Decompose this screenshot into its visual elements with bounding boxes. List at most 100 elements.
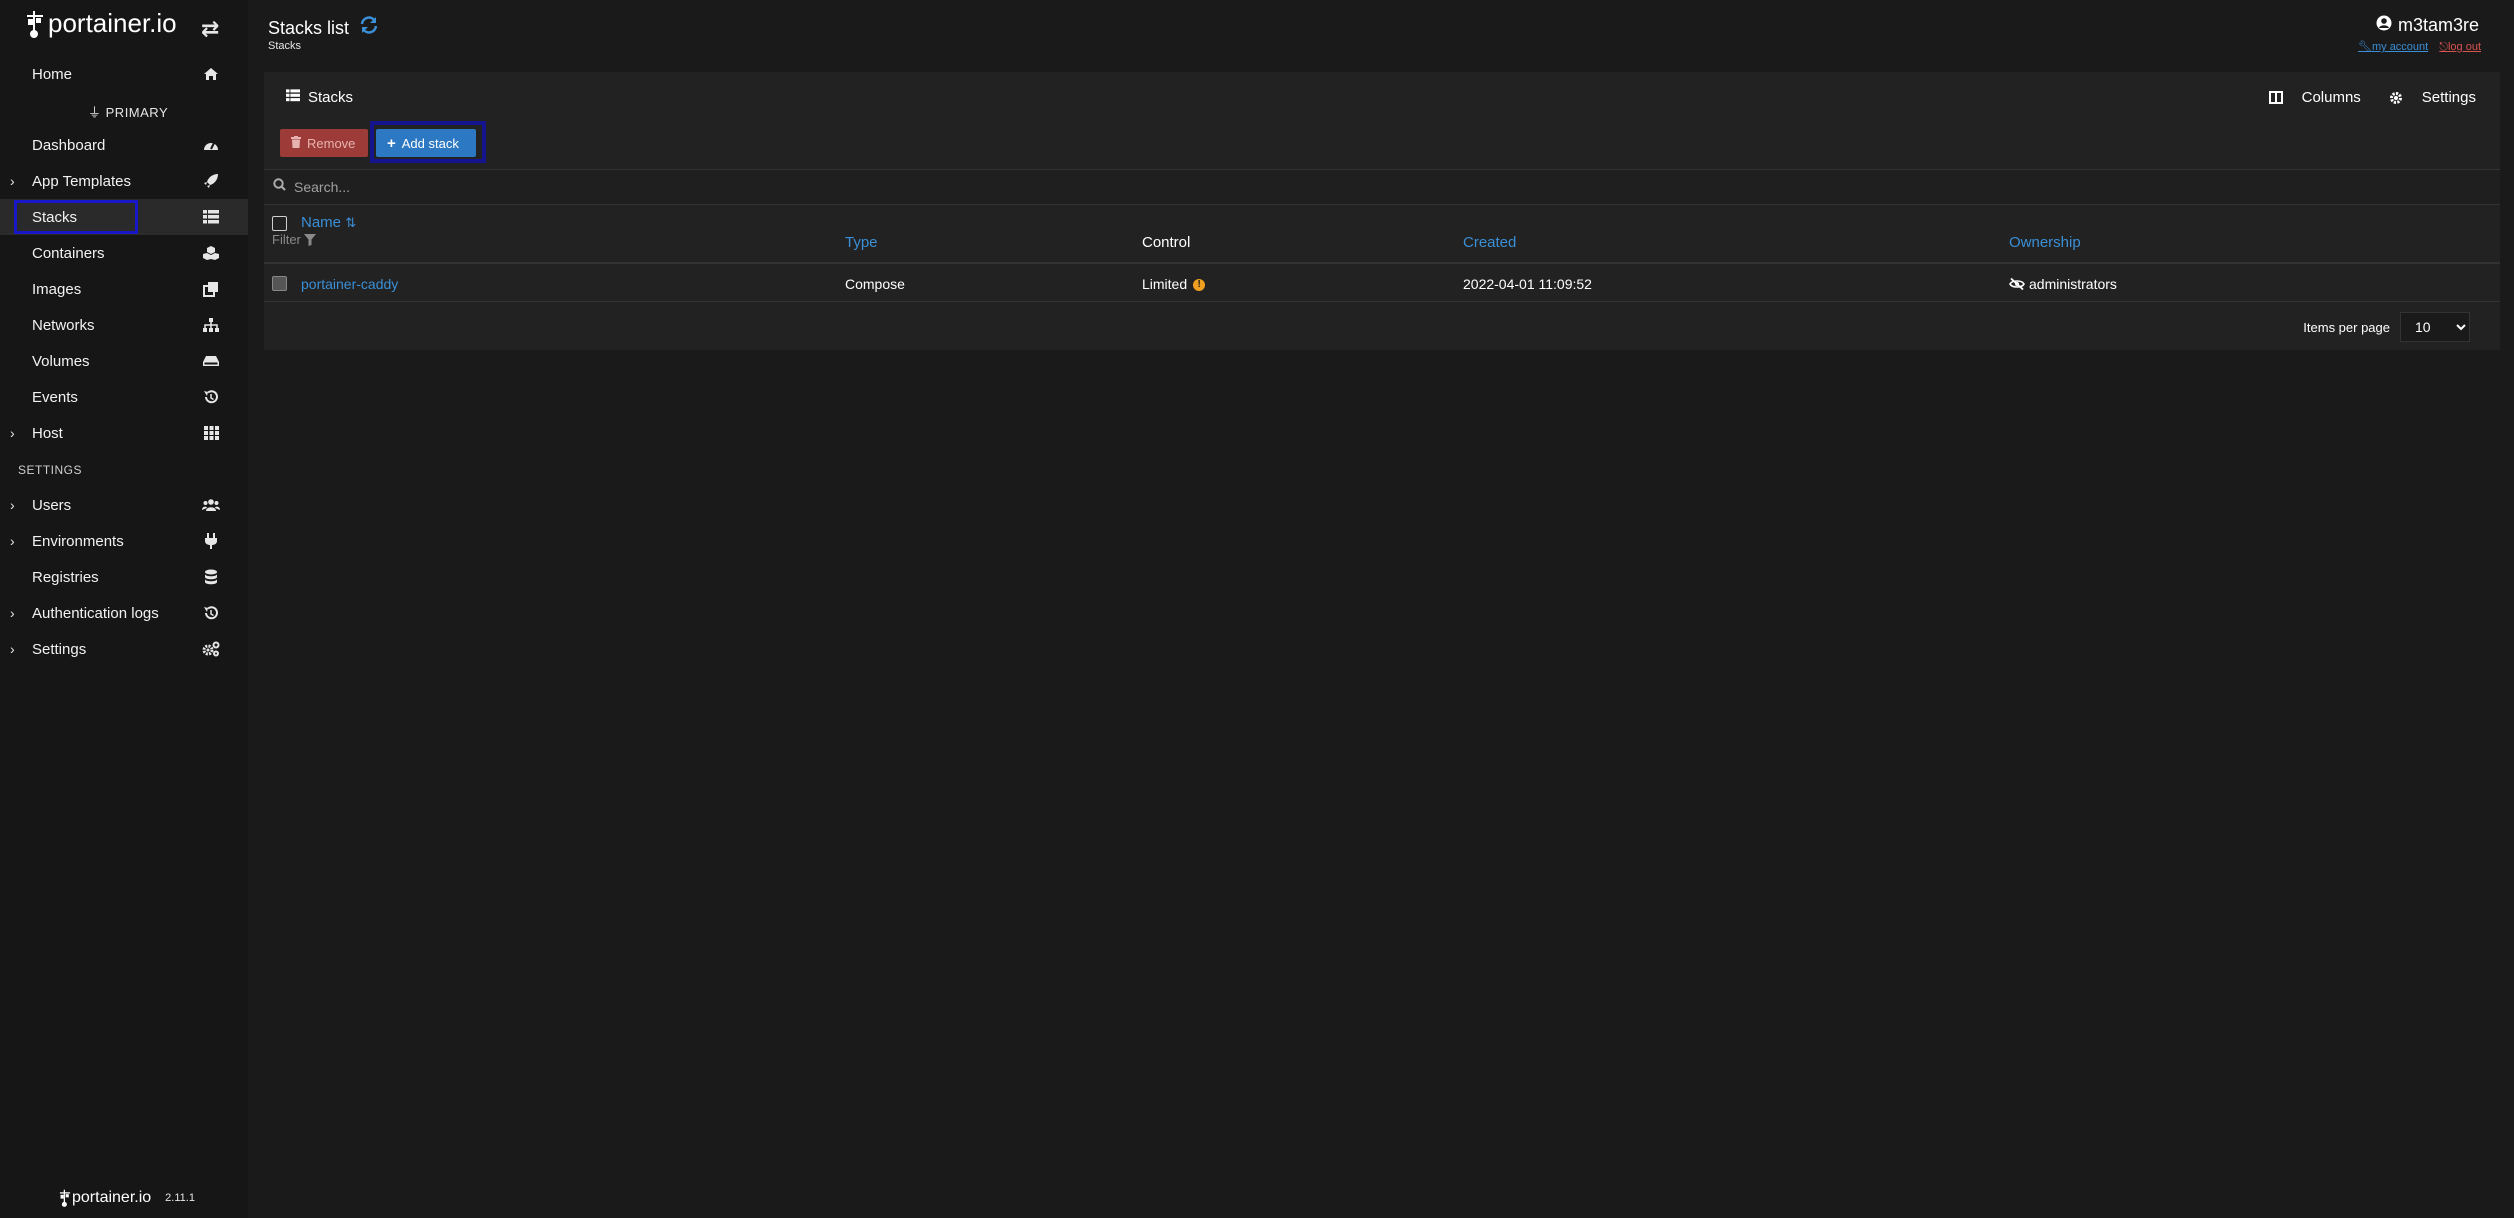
stack-control: Limited!: [1142, 276, 1206, 292]
table-row[interactable]: portainer-caddy Compose Limited! 2022-04…: [264, 266, 2500, 302]
sidebar-item-dashboard[interactable]: Dashboard: [0, 127, 248, 163]
select-all-checkbox[interactable]: [272, 216, 287, 231]
sidebar-item-label: Settings: [32, 640, 87, 658]
username: m3tam3re: [2398, 15, 2480, 35]
sidebar-item-images[interactable]: Images: [0, 271, 248, 307]
history-icon: [202, 604, 220, 622]
page-title: Stacks list: [268, 16, 379, 40]
column-header-control: Control: [1142, 234, 1191, 251]
hdd-icon: [202, 352, 220, 370]
sidebar-item-home[interactable]: Home: [0, 56, 248, 92]
portainer-logo-icon: [27, 10, 43, 38]
log-out-link[interactable]: ⎋log out: [2439, 41, 2481, 53]
panel-title: Stacks: [286, 89, 353, 106]
sidebar-item-users[interactable]: › Users: [0, 487, 248, 523]
user-circle-icon: [2376, 15, 2392, 36]
row-checkbox[interactable]: [272, 276, 287, 291]
portainer-logo[interactable]: portainer.io: [24, 8, 177, 39]
sidebar-item-networks[interactable]: Networks: [0, 307, 248, 343]
sidebar-item-label: Users: [32, 496, 72, 514]
remove-button[interactable]: Remove: [280, 129, 368, 157]
users-icon: [202, 496, 220, 514]
sidebar-item-label: Environments: [32, 532, 124, 550]
column-header-ownership[interactable]: Ownership: [2009, 234, 2081, 251]
stack-ownership: administrators: [2009, 276, 2117, 292]
table-settings-button[interactable]: Settings: [2375, 89, 2476, 106]
sidebar-item-host[interactable]: › Host: [0, 415, 248, 451]
user-links: 🔧︎my account ⎋log out: [2358, 40, 2481, 54]
settings-label: Settings: [2421, 89, 2476, 106]
my-account-label: my account: [2371, 41, 2429, 53]
sidebar-item-events[interactable]: Events: [0, 379, 248, 415]
sidebar-item-label: Containers: [32, 244, 105, 262]
sidebar-item-label: Home: [32, 65, 73, 83]
rocket-icon: [202, 172, 220, 190]
sidebar-item-environments[interactable]: › Environments: [0, 523, 248, 559]
panel-header: Stacks Columns Settings: [264, 72, 2500, 122]
panel-tools: Columns Settings: [2241, 89, 2476, 106]
brand-name: portainer.io: [48, 8, 177, 38]
ownership-label: administrators: [2029, 276, 2117, 292]
sidebar-item-registries[interactable]: Registries: [0, 559, 248, 595]
filter-icon: [303, 233, 316, 246]
chevron-right-icon: ›: [10, 641, 15, 657]
chevron-right-icon: ›: [10, 605, 15, 621]
refresh-icon[interactable]: [359, 16, 379, 40]
stack-name-link[interactable]: portainer-caddy: [301, 276, 398, 292]
sidebar-item-authentication-logs[interactable]: › Authentication logs: [0, 595, 248, 631]
chevron-right-icon: ›: [10, 173, 15, 189]
my-account-link[interactable]: 🔧︎my account: [2358, 41, 2428, 53]
breadcrumb: Stacks: [268, 40, 302, 52]
sidebar-item-settings[interactable]: › Settings: [0, 631, 248, 667]
settings-section-header: SETTINGS: [18, 463, 83, 477]
sidebar-item-stacks[interactable]: Stacks: [0, 199, 248, 235]
stack-type: Compose: [845, 276, 905, 292]
search-input[interactable]: [294, 179, 894, 195]
sidebar-item-app-templates[interactable]: › App Templates: [0, 163, 248, 199]
stack-created: 2022-04-01 11:09:52: [1463, 276, 1592, 292]
sidebar: portainer.io ⇄ Home ⏚ PRIMARY Dashboard …: [0, 0, 248, 1218]
filter-label: Filter: [272, 232, 301, 247]
footer-brand: portainer.io: [72, 1189, 152, 1206]
sort-icon: ⇅: [345, 215, 357, 230]
columns-icon: [2268, 91, 2283, 104]
user-menu: m3tam3re: [2376, 15, 2479, 36]
items-per-page-label: Items per page: [2303, 319, 2390, 335]
panel-title-text: Stacks: [308, 89, 354, 106]
sidebar-item-label: App Templates: [32, 172, 131, 190]
search-icon: [273, 178, 286, 196]
trash-icon: [291, 135, 301, 151]
portainer-logo-icon: [59, 1189, 71, 1207]
th-icon: [202, 424, 220, 442]
chevron-right-icon: ›: [10, 425, 15, 441]
exchange-icon[interactable]: ⇄: [201, 16, 219, 42]
items-per-page-select[interactable]: 10: [2400, 312, 2470, 342]
sidebar-item-label: Dashboard: [32, 136, 106, 154]
columns-button[interactable]: Columns: [2255, 89, 2361, 106]
cubes-icon: [202, 244, 220, 262]
sidebar-item-containers[interactable]: Containers: [0, 235, 248, 271]
sidebar-item-volumes[interactable]: Volumes: [0, 343, 248, 379]
sidebar-item-label: Authentication logs: [32, 604, 159, 622]
columns-label: Columns: [2301, 89, 2361, 106]
environment-name: PRIMARY: [105, 105, 169, 120]
control-label: Limited: [1142, 276, 1188, 292]
column-header-type[interactable]: Type: [845, 234, 878, 251]
filter-button[interactable]: Filter: [272, 232, 316, 247]
column-header-created[interactable]: Created: [1463, 234, 1516, 251]
wrench-icon: 🔧︎: [2358, 41, 2372, 53]
sidebar-item-label: Stacks: [32, 208, 78, 226]
sidebar-item-label: Host: [32, 424, 63, 442]
environment-header: ⏚ PRIMARY: [88, 102, 168, 121]
exclamation-circle-icon[interactable]: !: [1193, 279, 1206, 292]
search-bar: [264, 169, 2500, 205]
column-header-name[interactable]: Name ⇅: [301, 214, 356, 231]
sidebar-item-label: Images: [32, 280, 82, 298]
sitemap-icon: [202, 316, 220, 334]
remove-label: Remove: [307, 135, 356, 151]
footer-logo: portainer.io 2.11.1: [58, 1188, 195, 1208]
th-list-icon: [286, 89, 300, 106]
add-stack-button[interactable]: + Add stack: [376, 129, 476, 157]
page-title-text: Stacks list: [268, 17, 350, 38]
cogs-icon: [202, 640, 220, 658]
